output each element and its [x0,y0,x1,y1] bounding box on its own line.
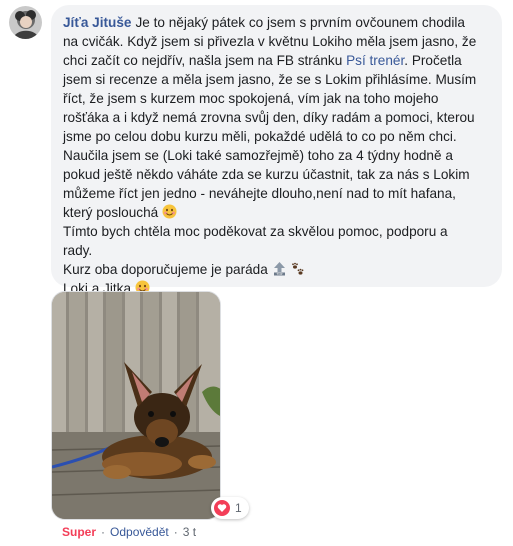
attached-photo[interactable] [51,291,221,520]
comment-line: jsme po celou dobu kurzu měli, pokaždé u… [63,129,457,144]
comment-bubble: Jíťa Jituše Je to nějaký pátek co jsem s … [51,5,502,296]
author-avatar[interactable] [9,6,42,39]
paw-prints-icon [290,261,305,276]
comment-actions: Super · Odpovědět · 3 t [62,525,196,539]
comment-line: který poslouchá [63,203,490,222]
heart-reaction-icon [214,500,230,516]
page-link[interactable]: Psí trenér [346,53,404,68]
comment-line: můžeme říct jen jedno - neváhejte dlouho… [63,186,456,201]
comment-line: rady. [63,243,93,258]
reaction-count-pill[interactable]: 1 [211,497,249,519]
reply-button[interactable]: Odpovědět [110,525,169,539]
smiling-face-icon [162,204,177,219]
comment-line: říct, že jsem s kurzem moc spokojená, ví… [63,91,439,106]
separator: · [101,525,106,539]
comment-line: rošťáka a i když nemá zrovna svůj den, d… [63,110,475,125]
comment-line: pokud ještě někdo váháte zda se kurzu úč… [63,167,470,182]
author-name[interactable]: Jíťa Jituše [63,15,131,30]
separator: · [173,525,178,539]
comment-line: jsem si recenze a měla jsem jasno, že se… [63,72,477,87]
comment-line: Tímto bych chtěla moc poděkovat za skvěl… [63,224,448,239]
top-arrow-icon: TOP [272,261,287,276]
timestamp[interactable]: 3 t [183,525,196,539]
comment-line: Jíťa Jituše Je to nějaký pátek co jsem s … [63,15,465,30]
comment-line: Naučila jsem se (Loki také samozřejmě) t… [63,148,453,163]
reaction-count: 1 [235,501,242,515]
reaction-button[interactable]: Super [62,525,96,539]
svg-text:TOP: TOP [275,272,282,276]
comment-line: na cvičák. Když jsem si přivezla v květn… [63,34,477,49]
comment-line: Kurz oba doporučujeme je paráda TOP [63,260,490,279]
comment-line: chci začít co nejdřív, našla jsem na FB … [63,53,462,68]
